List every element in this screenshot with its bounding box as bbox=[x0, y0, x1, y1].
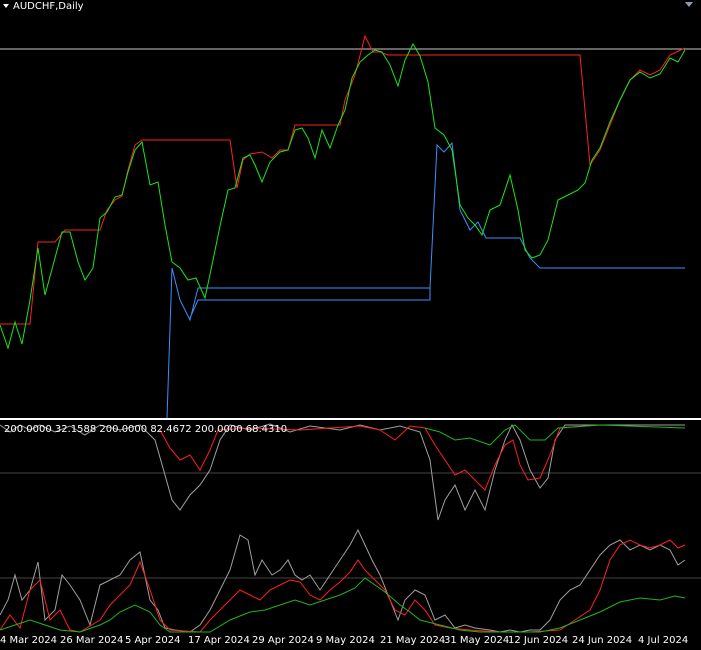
time-axis-label: 9 May 2024 bbox=[316, 635, 375, 646]
upper-osc-gray bbox=[0, 423, 685, 521]
oscillator-values-label: 200.0000 32.1588 200.0000 82.4672 200.00… bbox=[4, 424, 288, 435]
time-axis-label: 26 Mar 2024 bbox=[60, 635, 124, 646]
time-axis-label: 29 Apr 2024 bbox=[252, 635, 314, 646]
time-axis-label: 4 Mar 2024 bbox=[0, 635, 58, 646]
time-axis-label: 21 May 2024 bbox=[380, 635, 446, 646]
chart-window[interactable]: AUDCHF,Daily 200.0000 32.1588 200.0000 8… bbox=[0, 0, 701, 650]
lower-osc-red bbox=[0, 539, 686, 633]
time-axis-label: 5 Apr 2024 bbox=[125, 635, 181, 646]
time-axis-label: 24 Jun 2024 bbox=[572, 635, 633, 646]
oscillator-subwindow[interactable] bbox=[0, 0, 701, 650]
lower-osc-green bbox=[0, 577, 686, 633]
time-axis-label: 31 May 2024 bbox=[444, 635, 510, 646]
time-axis-label: 4 Jul 2024 bbox=[638, 635, 689, 646]
time-axis-label: 17 Apr 2024 bbox=[188, 635, 250, 646]
time-axis-label: 12 Jun 2024 bbox=[508, 635, 569, 646]
